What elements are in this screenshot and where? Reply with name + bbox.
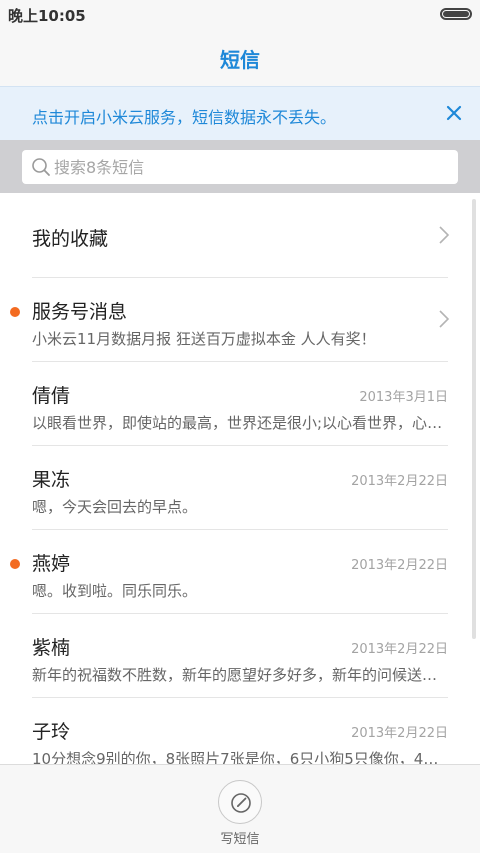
divider: [32, 361, 448, 362]
divider: [32, 697, 448, 698]
compose-label: 写短信: [220, 832, 260, 847]
conversation-preview: 新年的祝福数不胜数，新年的愿望好多好多，新年的问候送给你: [32, 666, 448, 684]
divider: [32, 445, 448, 446]
divider: [32, 277, 448, 278]
conversation-item[interactable]: 果冻 2013年2月22日 嗯，今天会回去的早点。: [0, 445, 480, 529]
header: 短信: [0, 28, 480, 86]
conversation-date: 2013年2月22日: [351, 726, 448, 741]
cloud-service-banner[interactable]: 点击开启小米云服务，短信数据永不丢失。: [0, 86, 480, 140]
conversation-date: 2013年3月1日: [359, 390, 448, 405]
unread-dot: [10, 559, 20, 569]
conversation-name: 紫楠: [32, 637, 71, 659]
conversation-item[interactable]: 紫楠 2013年2月22日 新年的祝福数不胜数，新年的愿望好多好多，新年的问候送…: [0, 613, 480, 697]
conversation-name: 倩倩: [32, 385, 71, 407]
conversation-preview: 以眼看世界，即使站的最高，世界还是很小;以心看世界，心之所至，便是世界: [32, 414, 448, 432]
divider: [32, 613, 448, 614]
conversation-item[interactable]: 燕婷 2013年2月22日 嗯。收到啦。同乐同乐。: [0, 529, 480, 613]
service-messages-item[interactable]: 服务号消息 小米云11月数据月报 狂送百万虚拟本金 人人有奖！: [0, 277, 480, 361]
search-input[interactable]: [54, 150, 450, 184]
close-icon[interactable]: [442, 101, 466, 125]
conversation-preview: 10分想念9别的你，8张照片7张是你，6只小狗5只像你，4处寻你: [32, 750, 448, 764]
search-box[interactable]: [22, 150, 458, 184]
divider: [32, 529, 448, 530]
search-bar: [0, 140, 480, 193]
conversation-name: 子玲: [32, 721, 71, 743]
search-icon: [32, 158, 50, 176]
conversation-preview: 嗯。收到啦。同乐同乐。: [32, 582, 198, 600]
favorites-item[interactable]: 我的收藏: [0, 193, 480, 277]
battery-icon: [440, 8, 472, 20]
conversation-date: 2013年2月22日: [351, 558, 448, 573]
conversation-date: 2013年2月22日: [351, 474, 448, 489]
conversation-item[interactable]: 子玲 2013年2月22日 10分想念9别的你，8张照片7张是你，6只小狗5只像…: [0, 697, 480, 764]
page-title: 短信: [220, 48, 260, 72]
compose-icon: [231, 793, 251, 813]
scrollbar[interactable]: [472, 199, 476, 639]
favorites-label: 我的收藏: [32, 228, 109, 250]
conversation-name: 燕婷: [32, 553, 71, 575]
conversation-preview: 嗯，今天会回去的早点。: [32, 498, 198, 516]
compose-button[interactable]: [218, 780, 262, 824]
bottom-bar: 写短信: [0, 764, 480, 853]
conversation-item[interactable]: 倩倩 2013年3月1日 以眼看世界，即使站的最高，世界还是很小;以心看世界，心…: [0, 361, 480, 445]
conversation-name: 服务号消息: [32, 301, 128, 323]
unread-dot: [10, 307, 20, 317]
banner-text[interactable]: 点击开启小米云服务，短信数据永不丢失。: [32, 104, 336, 128]
conversation-name: 果冻: [32, 469, 71, 491]
status-time: 晚上10:05: [8, 7, 86, 25]
conversation-list[interactable]: 我的收藏 服务号消息 小米云11月数据月报 狂送百万虚拟本金 人人有奖！ 倩倩 …: [0, 193, 480, 764]
conversation-preview: 小米云11月数据月报 狂送百万虚拟本金 人人有奖！: [32, 330, 376, 348]
conversation-date: 2013年2月22日: [351, 642, 448, 657]
status-bar: 晚上10:05: [0, 0, 480, 28]
chevron-right-icon: [439, 310, 450, 328]
chevron-right-icon: [439, 226, 450, 244]
